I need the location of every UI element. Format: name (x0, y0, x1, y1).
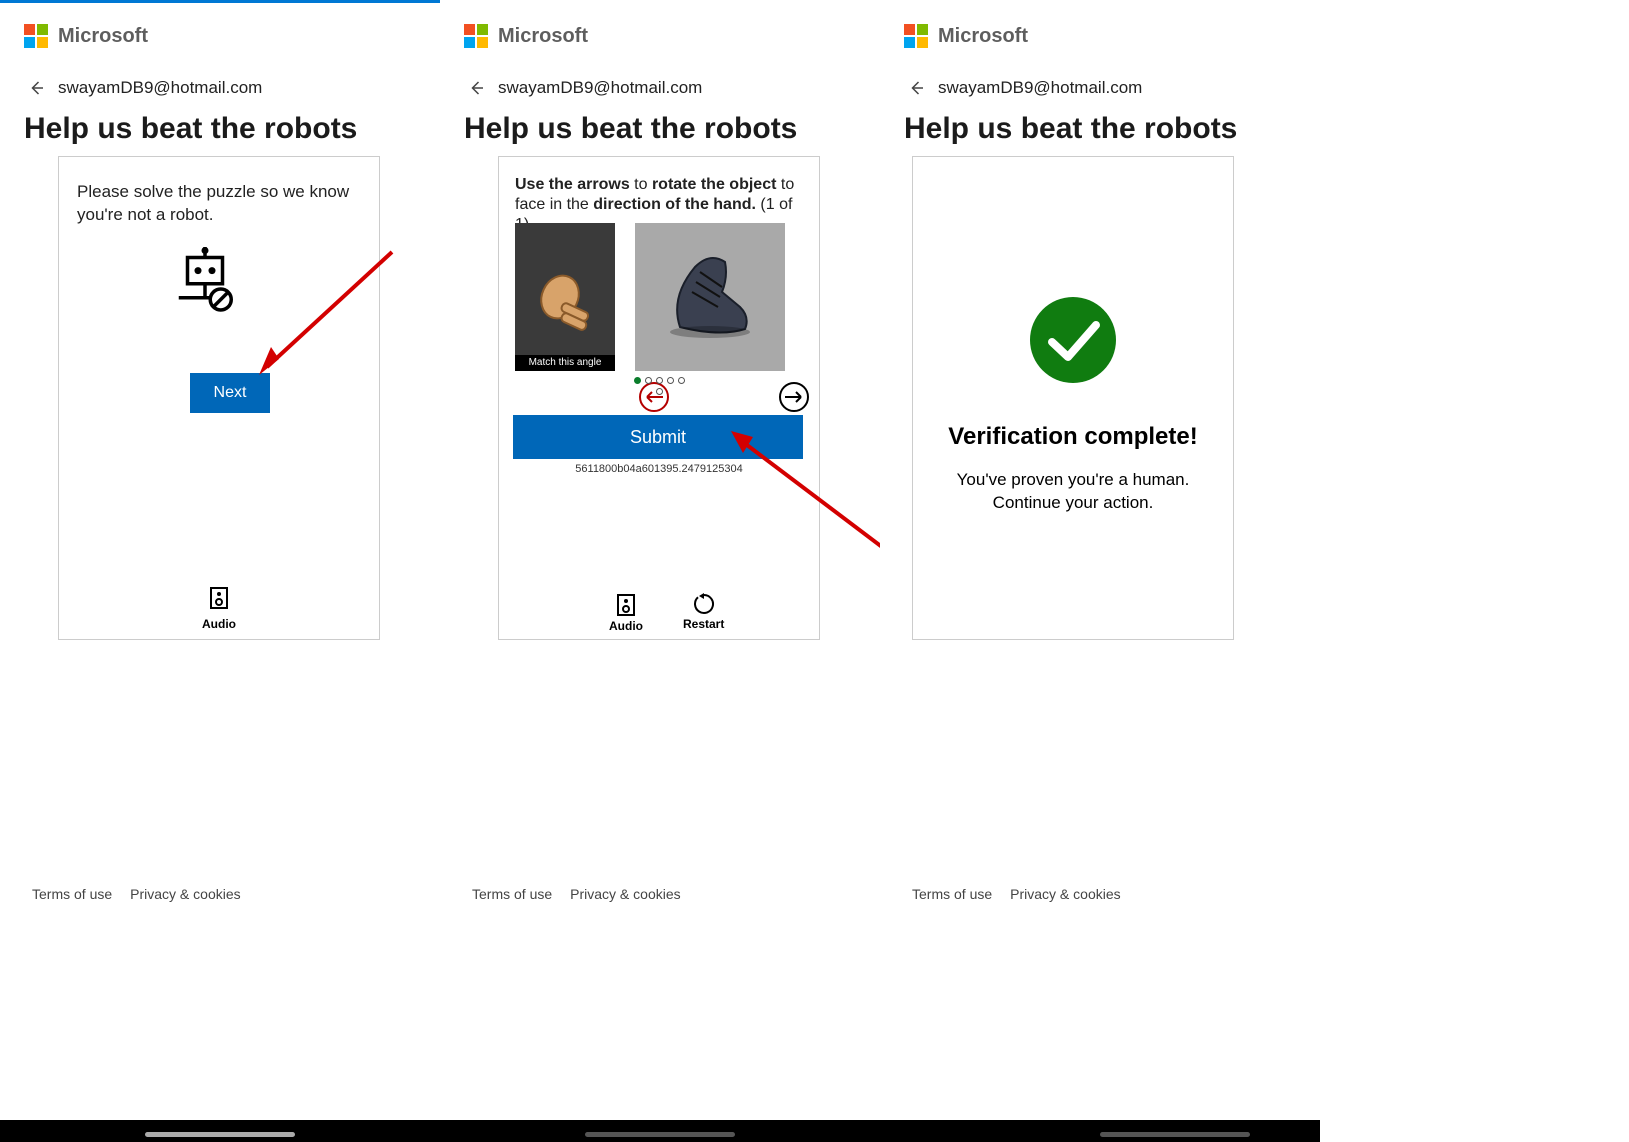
footer-links: Terms of use Privacy & cookies (472, 886, 681, 902)
nav-bar (880, 1120, 1320, 1142)
back-arrow-icon[interactable] (468, 79, 486, 97)
audio-icon (209, 586, 229, 610)
intro-text: Please solve the puzzle so we know you'r… (77, 181, 363, 227)
brand-header: Microsoft (464, 24, 588, 48)
nav-bar (0, 1120, 440, 1142)
captcha-card: Please solve the puzzle so we know you'r… (58, 156, 380, 640)
privacy-link[interactable]: Privacy & cookies (130, 886, 240, 902)
back-arrow-icon[interactable] (28, 79, 46, 97)
back-arrow-icon[interactable] (908, 79, 926, 97)
target-image (635, 223, 785, 371)
page-title: Help us beat the robots (464, 112, 797, 146)
privacy-link[interactable]: Privacy & cookies (1010, 886, 1120, 902)
match-caption: Match this angle (515, 355, 615, 371)
reference-image: Match this angle (515, 223, 615, 371)
next-button[interactable]: Next (190, 373, 270, 413)
audio-button[interactable]: Audio (139, 586, 299, 631)
brand-header: Microsoft (904, 24, 1028, 48)
audio-icon (616, 593, 636, 617)
nav-bar (440, 1120, 880, 1142)
captcha-card: Use the arrows to rotate the object to f… (498, 156, 820, 640)
shoe-icon (650, 237, 770, 357)
brand-header: Microsoft (24, 24, 148, 48)
session-id: 5611800b04a601395.2479125304 (499, 463, 819, 475)
privacy-link[interactable]: Privacy & cookies (570, 886, 680, 902)
home-pill-icon[interactable] (585, 1132, 735, 1137)
page-title: Help us beat the robots (904, 112, 1237, 146)
brand-name: Microsoft (58, 25, 148, 48)
captcha-card: Verification complete! You've proven you… (912, 156, 1234, 640)
success-check-icon (1030, 297, 1116, 383)
terms-link[interactable]: Terms of use (912, 886, 992, 902)
restart-button[interactable]: Restart (683, 593, 724, 633)
audio-label: Audio (609, 619, 643, 633)
progress-dots (499, 377, 819, 395)
footer-links: Terms of use Privacy & cookies (32, 886, 241, 902)
microsoft-logo-icon (24, 24, 48, 48)
terms-link[interactable]: Terms of use (32, 886, 112, 902)
account-email: swayamDB9@hotmail.com (58, 78, 262, 98)
home-pill-icon[interactable] (145, 1132, 295, 1137)
restart-label: Restart (683, 617, 724, 631)
microsoft-logo-icon (904, 24, 928, 48)
submit-button[interactable]: Submit (513, 415, 803, 459)
audio-button[interactable]: Audio (609, 593, 643, 633)
complete-title: Verification complete! (948, 423, 1197, 451)
hand-icon (530, 262, 600, 332)
microsoft-logo-icon (464, 24, 488, 48)
brand-name: Microsoft (938, 25, 1028, 48)
account-email: swayamDB9@hotmail.com (938, 78, 1142, 98)
home-pill-icon[interactable] (1100, 1132, 1250, 1137)
account-email: swayamDB9@hotmail.com (498, 78, 702, 98)
restart-icon (693, 593, 715, 615)
audio-label: Audio (139, 617, 299, 631)
complete-message: You've proven you're a human. Continue y… (943, 469, 1203, 515)
terms-link[interactable]: Terms of use (472, 886, 552, 902)
brand-name: Microsoft (498, 25, 588, 48)
page-title: Help us beat the robots (24, 112, 357, 146)
robot-blocked-icon (170, 247, 240, 317)
annotation-arrow-icon (257, 247, 397, 377)
footer-links: Terms of use Privacy & cookies (912, 886, 1121, 902)
